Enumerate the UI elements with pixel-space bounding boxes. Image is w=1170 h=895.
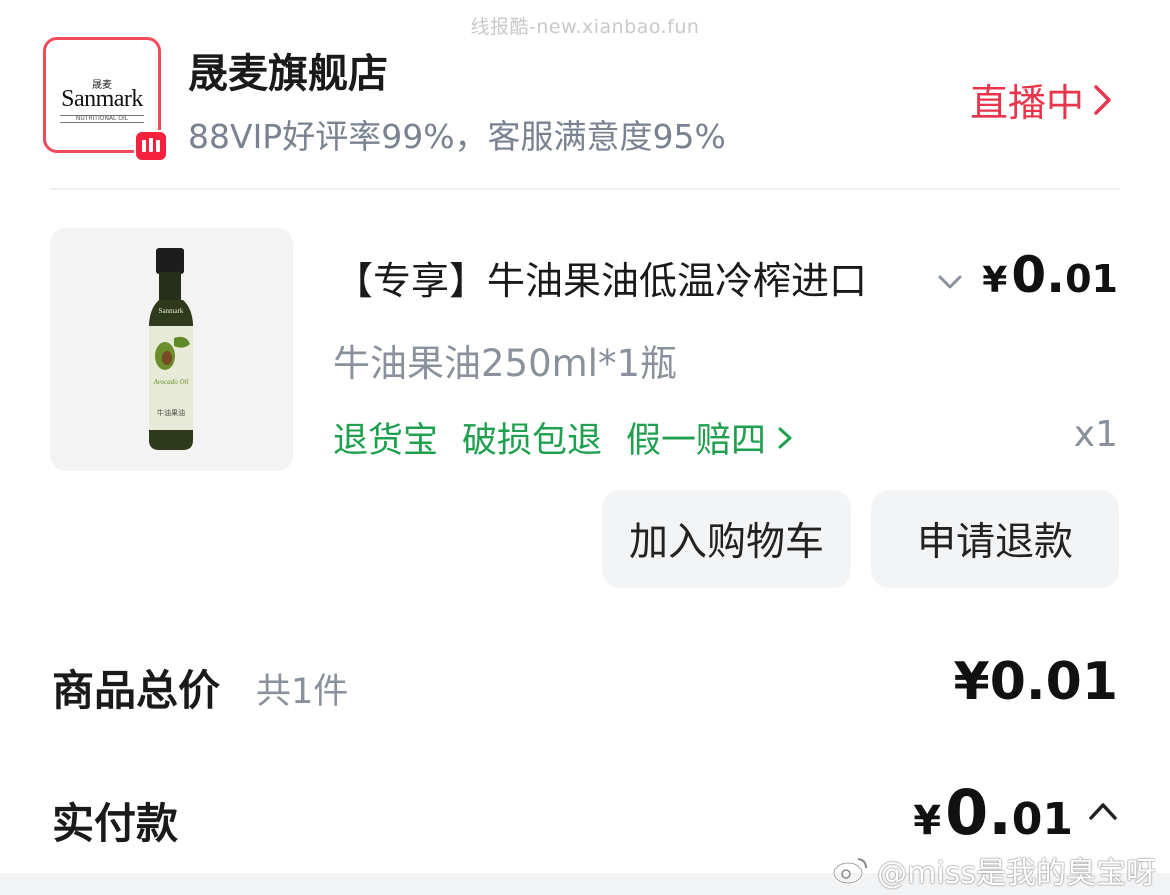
price-decimal: 01 <box>1065 257 1118 301</box>
bottle-name-en: Avocado Oil <box>153 378 189 386</box>
currency-symbol: ¥ <box>982 260 1008 301</box>
product-quantity: x1 <box>1073 414 1118 455</box>
logo-brand-text: Sanmark <box>61 86 143 112</box>
product-unit-price: ¥ 0. 01 <box>982 246 1118 304</box>
bottle-brand-text: Sanmark <box>158 307 184 315</box>
goods-count: 共1件 <box>256 672 349 712</box>
oil-bottle-image <box>149 248 193 450</box>
live-badge-icon <box>134 130 168 162</box>
service-tag-authentic: 假一赔四 <box>626 421 767 461</box>
chevron-down-icon[interactable] <box>934 266 966 298</box>
weibo-logo-icon <box>832 858 868 885</box>
service-tags[interactable]: 退货宝 破损包退 假一赔四 <box>333 412 794 463</box>
store-rating: 88VIP好评率99%，客服满意度95% <box>188 117 726 156</box>
price-integer: 0. <box>1011 246 1066 304</box>
service-tag-damage: 破损包退 <box>462 421 603 461</box>
chevron-right-icon <box>778 427 792 448</box>
product-title[interactable]: 【专享】牛油果油低温冷榨进口 <box>335 250 920 305</box>
paid-amount[interactable]: ¥ 0. 01 <box>913 776 1073 849</box>
header-divider <box>50 188 1120 190</box>
service-tag-return: 退货宝 <box>333 421 439 461</box>
paid-amount-label: 实付款 <box>52 799 179 848</box>
live-stream-label: 直播中 <box>969 81 1084 125</box>
goods-total-price: ¥0.01 <box>953 652 1118 712</box>
weibo-watermark: @miss是我的臭宝呀 <box>831 848 1156 892</box>
weibo-watermark-text: @miss是我的臭宝呀 <box>877 856 1156 891</box>
product-image[interactable]: Sanmark Avocado Oil 牛油果油 <box>50 228 293 471</box>
live-stream-link[interactable]: 直播中 <box>970 72 1114 127</box>
paid-currency-symbol: ¥ <box>913 798 942 844</box>
top-watermark: 线报酷-new.xianbao.fun <box>470 16 700 38</box>
chevron-up-icon[interactable] <box>1086 798 1120 824</box>
store-name[interactable]: 晟麦旗舰店 <box>188 41 388 99</box>
chevron-right-icon <box>1094 84 1111 115</box>
store-logo[interactable]: 晟麦 Sanmark NUTRITIONAL OIL <box>43 37 168 162</box>
request-refund-button[interactable]: 申请退款 <box>871 490 1119 588</box>
goods-total-label: 商品总价 <box>52 666 221 715</box>
bottle-name-cn: 牛油果油 <box>157 409 185 417</box>
logo-subtext: NUTRITIONAL OIL <box>60 115 144 123</box>
product-sku: 牛油果油250ml*1瓶 <box>333 342 677 385</box>
add-to-cart-button[interactable]: 加入购物车 <box>602 490 851 588</box>
paid-integer: 0. <box>945 776 1012 849</box>
paid-decimal: 01 <box>1011 794 1073 845</box>
